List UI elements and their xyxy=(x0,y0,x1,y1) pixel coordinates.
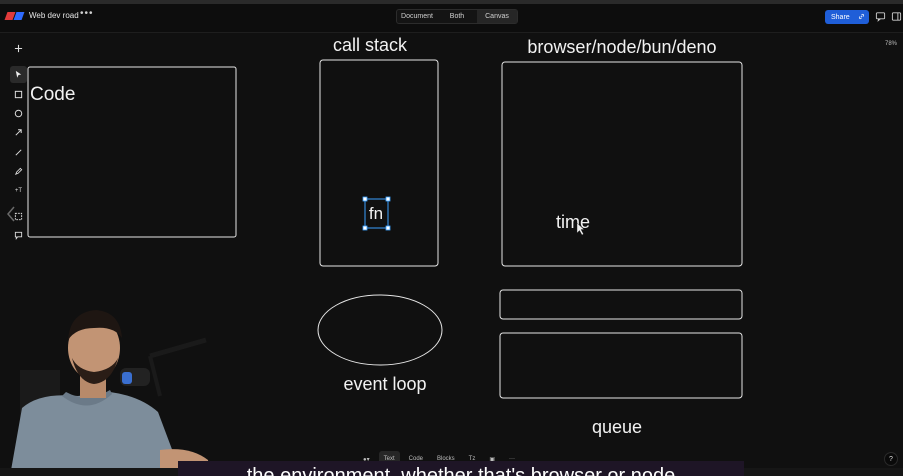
queue-box-small[interactable] xyxy=(499,289,743,320)
collapse-chevron-icon[interactable] xyxy=(7,206,15,222)
call-stack-label[interactable]: call stack xyxy=(333,35,408,55)
time-label[interactable]: time xyxy=(556,212,590,232)
resize-handle[interactable] xyxy=(385,196,391,202)
fn-label[interactable]: fn xyxy=(369,204,383,223)
resize-handle[interactable] xyxy=(385,225,391,231)
call-stack-box[interactable] xyxy=(319,59,439,267)
code-label[interactable]: Code xyxy=(30,84,75,105)
event-loop-ellipse[interactable] xyxy=(317,294,443,366)
queue-label[interactable]: queue xyxy=(592,417,642,437)
queue-box-large[interactable] xyxy=(499,332,743,399)
resize-handle[interactable] xyxy=(362,196,368,202)
runtime-label[interactable]: browser/node/bun/deno xyxy=(527,37,716,57)
help-button[interactable]: ? xyxy=(884,452,898,466)
subtitle-caption: the environment, whether that's browser … xyxy=(178,461,744,476)
resize-handle[interactable] xyxy=(362,225,368,231)
runtime-box[interactable] xyxy=(501,61,743,267)
event-loop-label[interactable]: event loop xyxy=(343,374,426,394)
presenter-webcam xyxy=(10,310,210,476)
